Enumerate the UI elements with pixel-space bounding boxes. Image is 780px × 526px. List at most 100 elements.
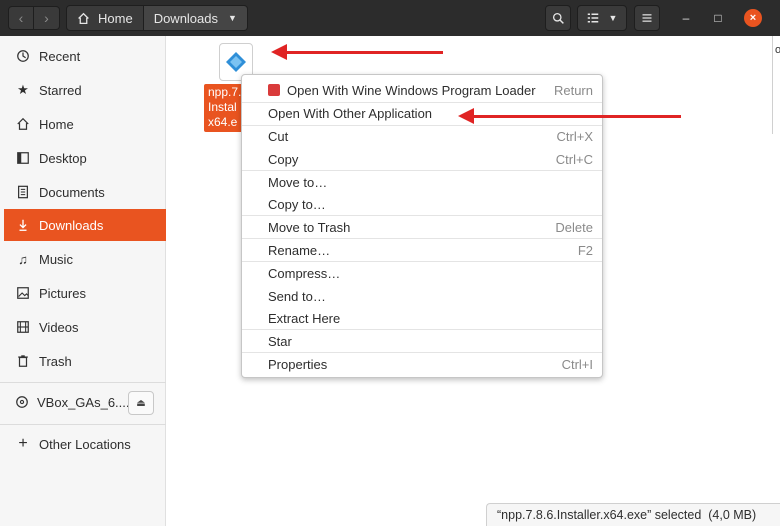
sidebar-divider xyxy=(0,382,166,383)
sidebar-item-recent[interactable]: Recent xyxy=(4,40,166,72)
menu-item-compress[interactable]: Compress… xyxy=(242,262,602,284)
sidebar-item-pictures[interactable]: Pictures xyxy=(4,277,166,309)
clock-icon xyxy=(15,48,31,64)
menu-item-label: Properties xyxy=(268,356,328,372)
menu-item-cut[interactable]: Cut Ctrl+X xyxy=(242,125,602,147)
search-icon xyxy=(552,12,564,24)
close-icon: × xyxy=(749,12,757,24)
header-bar: ‹ › Home Downloads ▼ ▼ – □ × xyxy=(0,0,780,36)
edge-text: o xyxy=(775,44,780,56)
document-icon xyxy=(15,184,31,200)
path-current-label: Downloads xyxy=(153,10,219,26)
sidebar-item-videos[interactable]: Videos xyxy=(4,311,166,343)
status-overlay: “npp.7.8.6.Installer.x64.exe” selected (… xyxy=(486,503,780,526)
menu-item-move-to[interactable]: Move to… xyxy=(242,171,602,193)
nav-buttons: ‹ › xyxy=(8,6,60,30)
search-button[interactable] xyxy=(545,5,571,31)
sidebar-item-other-locations[interactable]: + Other Locations xyxy=(4,428,166,460)
sidebar-item-music[interactable]: ♫ Music xyxy=(4,243,166,275)
path-home-button[interactable]: Home xyxy=(66,5,144,31)
view-options-button[interactable]: ▼ xyxy=(577,5,627,31)
star-icon: ★ xyxy=(17,82,29,97)
sidebar-item-label: Pictures xyxy=(39,285,86,301)
sidebar-item-label: Home xyxy=(39,116,74,132)
path-home-label: Home xyxy=(98,10,133,26)
context-menu: Open With Wine Windows Program Loader Re… xyxy=(241,74,603,378)
menu-item-send-to[interactable]: Send to… xyxy=(242,285,602,307)
menu-item-open-with-wine[interactable]: Open With Wine Windows Program Loader Re… xyxy=(242,79,602,101)
background-window-edge: o xyxy=(772,36,780,134)
sidebar-item-vbox-device[interactable]: VBox_GAs_6.... xyxy=(4,386,130,418)
menu-item-label: Extract Here xyxy=(268,310,341,326)
back-button[interactable]: ‹ xyxy=(8,6,34,30)
menu-item-properties[interactable]: Properties Ctrl+I xyxy=(242,353,602,375)
maximize-icon: □ xyxy=(714,11,722,25)
forward-button[interactable]: › xyxy=(34,6,60,30)
minimize-button[interactable]: – xyxy=(677,9,695,27)
maximize-button[interactable]: □ xyxy=(709,9,727,27)
sidebar-item-starred[interactable]: ★ Starred xyxy=(4,74,166,106)
menu-item-label: Star xyxy=(268,333,292,349)
path-downloads-button[interactable]: Downloads ▼ xyxy=(143,5,248,31)
eject-button[interactable]: ⏏ xyxy=(128,391,154,415)
menu-item-label: Copy xyxy=(268,151,299,167)
status-text: “npp.7.8.6.Installer.x64.exe” selected (… xyxy=(497,508,757,522)
close-button[interactable]: × xyxy=(744,9,762,27)
trash-icon xyxy=(15,353,31,369)
plus-icon: + xyxy=(18,435,28,452)
menu-item-accel: Ctrl+X xyxy=(556,128,593,144)
eject-icon: ⏏ xyxy=(136,397,146,409)
download-icon xyxy=(15,217,31,233)
menu-item-label: Open With Wine Windows Program Loader xyxy=(287,82,536,98)
menu-item-accel: F2 xyxy=(577,242,593,258)
disc-icon xyxy=(15,394,29,410)
sidebar-item-label: Downloads xyxy=(39,217,104,233)
chevron-right-icon: › xyxy=(44,10,49,26)
menu-item-label: Compress… xyxy=(268,265,341,281)
menu-item-label: Move to Trash xyxy=(268,219,351,235)
picture-icon xyxy=(15,285,31,301)
sidebar-item-desktop[interactable]: Desktop xyxy=(4,142,166,174)
menu-item-star[interactable]: Star xyxy=(242,330,602,352)
menu-item-open-with-other[interactable]: Open With Other Application xyxy=(242,102,602,124)
caret-down-icon: ▼ xyxy=(608,13,618,23)
sidebar-item-label: Desktop xyxy=(39,150,87,166)
menu-item-accel: Return xyxy=(553,82,593,98)
menu-item-label: Rename… xyxy=(268,242,331,258)
sidebar-item-label: Music xyxy=(39,251,73,267)
menu-item-copy-to[interactable]: Copy to… xyxy=(242,193,602,215)
menu-item-accel: Ctrl+C xyxy=(555,151,593,167)
list-view-icon xyxy=(587,13,598,23)
sidebar: Recent ★ Starred Home Desktop Documents … xyxy=(0,36,166,526)
path-bar: Home Downloads ▼ xyxy=(66,5,248,31)
minimize-icon: – xyxy=(682,11,690,25)
menu-item-move-to-trash[interactable]: Move to Trash Delete xyxy=(242,216,602,238)
caret-down-icon: ▼ xyxy=(228,13,237,23)
menu-item-label: Open With Other Application xyxy=(268,105,433,121)
sidebar-item-home[interactable]: Home xyxy=(4,108,166,140)
menu-item-label: Send to… xyxy=(268,288,326,304)
sidebar-item-downloads[interactable]: Downloads xyxy=(4,209,166,241)
sidebar-item-documents[interactable]: Documents xyxy=(4,176,166,208)
sidebar-item-label: Other Locations xyxy=(39,436,131,452)
menu-item-extract-here[interactable]: Extract Here xyxy=(242,307,602,329)
menu-item-copy[interactable]: Copy Ctrl+C xyxy=(242,148,602,170)
home-icon xyxy=(78,12,89,24)
sidebar-item-label: VBox_GAs_6.... xyxy=(37,394,130,410)
music-icon: ♫ xyxy=(18,251,28,267)
menu-button[interactable] xyxy=(634,5,660,31)
menu-item-accel: Delete xyxy=(555,219,593,235)
sidebar-item-label: Starred xyxy=(39,82,82,98)
sidebar-item-label: Recent xyxy=(39,48,81,64)
chevron-left-icon: ‹ xyxy=(18,10,24,26)
menu-item-label: Copy to… xyxy=(268,196,326,212)
sidebar-item-trash[interactable]: Trash xyxy=(4,345,166,377)
sidebar-item-label: Videos xyxy=(39,319,79,335)
home-icon xyxy=(15,116,31,132)
sidebar-item-label: Documents xyxy=(39,184,105,200)
desktop-icon xyxy=(15,150,31,166)
hamburger-icon xyxy=(642,14,652,22)
wine-icon xyxy=(268,84,280,96)
video-icon xyxy=(15,319,31,335)
menu-item-rename[interactable]: Rename… F2 xyxy=(242,239,602,261)
